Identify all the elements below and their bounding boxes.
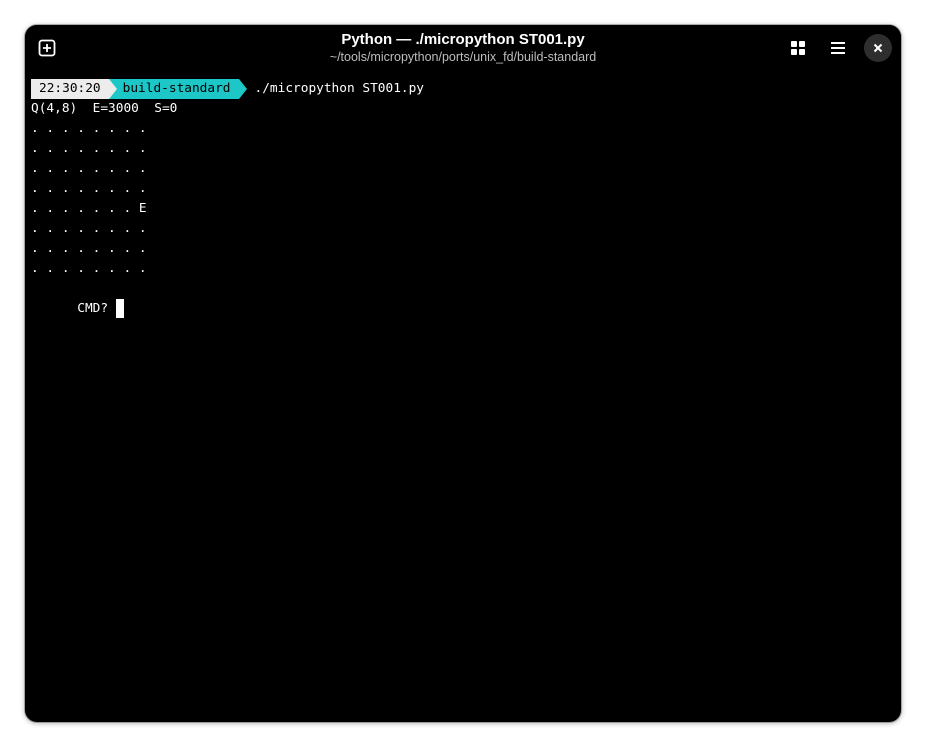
header-bar: Python — ./micropython ST001.py ~/tools/…: [25, 25, 901, 71]
prompt-separator-arrow: [238, 79, 247, 99]
hamburger-menu-icon: [831, 42, 845, 54]
grid-row: . . . . . . . .: [31, 261, 147, 276]
close-button[interactable]: [864, 34, 892, 62]
prompt-time-segment: 22:30:20: [31, 79, 109, 99]
status-line: Q(4,8) E=3000 S=0: [31, 101, 178, 116]
grid-icon: [791, 41, 805, 55]
window-title: Python — ./micropython ST001.py: [341, 31, 585, 48]
tab-overview-button[interactable]: [784, 34, 812, 62]
grid-row: . . . . . . . .: [31, 161, 147, 176]
window-subtitle: ~/tools/micropython/ports/unix_fd/build-…: [329, 50, 597, 64]
prompt-command: ./micropython ST001.py: [254, 81, 425, 96]
grid-row: . . . . . . . .: [31, 121, 147, 136]
shell-prompt-line: 22:30:20 build-standard ./micropython ST…: [31, 79, 424, 99]
grid-row: . . . . . . . E: [31, 201, 147, 216]
prompt-separator-arrow: [108, 79, 117, 99]
command-prompt-label: CMD?: [77, 301, 116, 316]
terminal-window: Python — ./micropython ST001.py ~/tools/…: [25, 25, 901, 722]
command-input-line[interactable]: CMD?: [31, 279, 124, 318]
main-menu-button[interactable]: [824, 34, 852, 62]
grid-row: . . . . . . . .: [31, 221, 147, 236]
prompt-directory-segment: build-standard: [116, 79, 239, 99]
text-cursor: [115, 299, 124, 318]
terminal-output[interactable]: 22:30:20 build-standard ./micropython ST…: [31, 79, 901, 722]
close-icon: [873, 43, 883, 53]
grid-row: . . . . . . . .: [31, 141, 147, 156]
grid-row: . . . . . . . .: [31, 181, 147, 196]
grid-row: . . . . . . . .: [31, 241, 147, 256]
